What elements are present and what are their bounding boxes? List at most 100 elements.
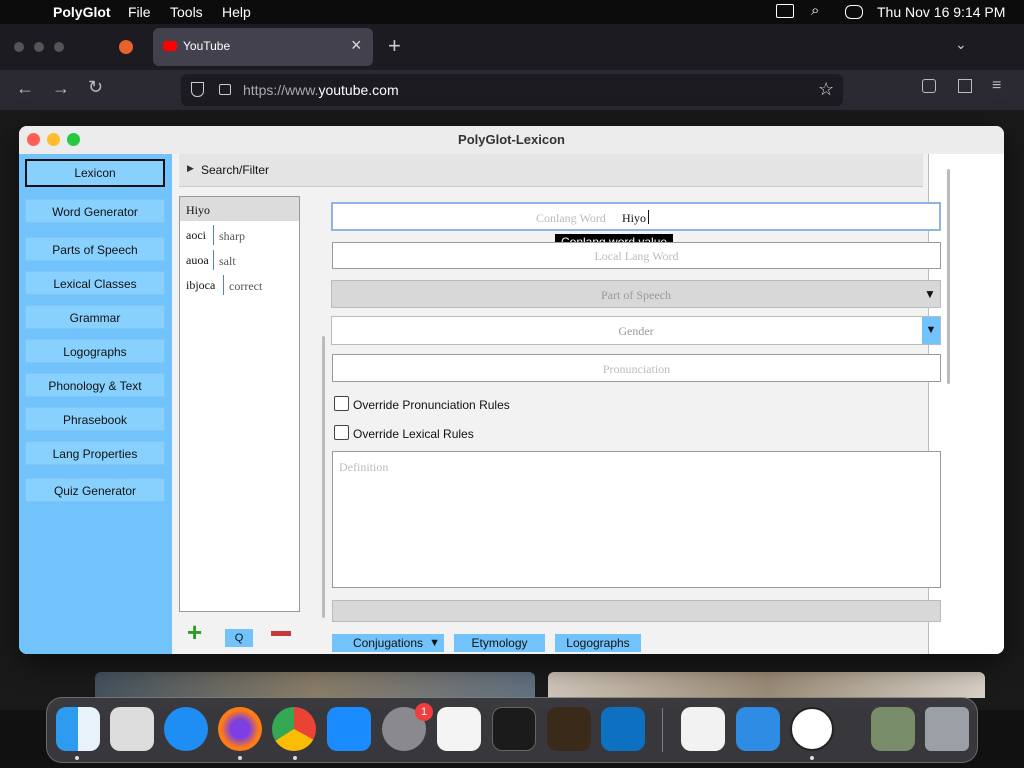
- quick-entry-button[interactable]: Q: [225, 629, 253, 647]
- close-window-icon[interactable]: [14, 42, 24, 52]
- conjugations-label: Conjugations: [352, 636, 424, 650]
- add-word-button[interactable]: +: [187, 619, 202, 645]
- menu-bar: PolyGlot File Tools Help ⌕ Thu Nov 16 9:…: [0, 0, 1024, 24]
- polyglot-icon[interactable]: [790, 707, 834, 751]
- remove-word-button[interactable]: [271, 631, 291, 636]
- list-item-local: salt: [219, 254, 236, 268]
- word-list[interactable]: Hiyo aoci sharp auoa salt ibjoca correct: [179, 196, 300, 612]
- pocket-icon[interactable]: [922, 79, 936, 93]
- text-cursor: [648, 210, 649, 224]
- sidebar: Lexicon Word Generator Parts of Speech L…: [19, 154, 172, 654]
- notification-badge: 1: [415, 703, 433, 721]
- vscode-icon[interactable]: [601, 707, 645, 751]
- search-filter-label[interactable]: Search/Filter: [201, 163, 269, 177]
- sidebar-item-parts-of-speech[interactable]: Parts of Speech: [25, 237, 165, 261]
- menu-clock[interactable]: Thu Nov 16 9:14 PM: [877, 4, 1005, 20]
- sidebar-item-phrasebook[interactable]: Phrasebook: [25, 407, 165, 431]
- url-prefix: https://www.: [243, 82, 319, 98]
- menu-hamburger-icon[interactable]: ≡: [992, 77, 1001, 95]
- menu-file[interactable]: File: [128, 4, 151, 20]
- window-titlebar: PolyGlot-Lexicon: [19, 126, 1004, 155]
- shield-icon[interactable]: [191, 82, 204, 97]
- new-tab-icon[interactable]: +: [388, 33, 401, 59]
- list-item-con: aoci: [186, 228, 206, 242]
- url-field[interactable]: https://www.youtube.com ☆: [181, 74, 843, 106]
- trash-icon[interactable]: [925, 707, 969, 751]
- sidebar-item-phonology-text[interactable]: Phonology & Text: [25, 373, 165, 397]
- conjugations-button[interactable]: Conjugations ▼: [332, 634, 444, 652]
- sidebar-item-word-generator[interactable]: Word Generator: [25, 199, 165, 223]
- tab-list-chevron-icon[interactable]: ⌄: [955, 36, 967, 53]
- definition-textarea[interactable]: Definition: [332, 451, 941, 588]
- sidebar-item-logographs[interactable]: Logographs: [25, 339, 165, 363]
- sidebar-item-grammar[interactable]: Grammar: [25, 305, 165, 329]
- visual-studio-icon[interactable]: [681, 707, 725, 751]
- list-item[interactable]: auoa salt: [180, 250, 299, 272]
- sidebar-item-lexicon[interactable]: Lexicon: [25, 159, 165, 187]
- gender-label: Gender: [618, 324, 654, 338]
- menu-help[interactable]: Help: [222, 4, 251, 20]
- pronunciation-input[interactable]: Pronunciation: [332, 354, 941, 382]
- split-divider[interactable]: [322, 336, 325, 618]
- column-divider: [213, 225, 214, 245]
- reload-icon[interactable]: ↻: [88, 77, 103, 98]
- finder-icon[interactable]: [56, 707, 100, 751]
- local-word-input[interactable]: Local Lang Word: [332, 242, 941, 269]
- sidebar-item-lang-properties[interactable]: Lang Properties: [25, 441, 165, 465]
- conlang-word-input[interactable]: Conlang Word Hiyo: [331, 202, 941, 231]
- back-icon[interactable]: ←: [16, 78, 34, 99]
- conlang-word-value: Hiyo: [622, 211, 646, 225]
- menu-app-name[interactable]: PolyGlot: [53, 4, 111, 20]
- lock-icon[interactable]: [219, 84, 231, 95]
- terminal-icon[interactable]: [492, 707, 536, 751]
- menu-tools[interactable]: Tools: [170, 4, 203, 20]
- override-lexical-checkbox[interactable]: [334, 425, 349, 440]
- tab-youtube[interactable]: YouTube ×: [153, 28, 373, 66]
- screen-mirroring-icon[interactable]: [776, 4, 794, 18]
- firefox-icon[interactable]: [218, 707, 262, 751]
- garageband-icon[interactable]: [547, 707, 591, 751]
- forward-icon[interactable]: →: [52, 78, 70, 99]
- dropdown-arrow-icon[interactable]: ▼: [922, 281, 938, 307]
- dock: 1: [46, 697, 978, 763]
- running-indicator: [75, 756, 79, 760]
- list-item[interactable]: ibjoca correct: [180, 275, 299, 297]
- browser-tab-bar: YouTube × + ⌄: [0, 24, 1024, 70]
- bookmark-star-icon[interactable]: ☆: [818, 79, 834, 100]
- sidebar-item-lexical-classes[interactable]: Lexical Classes: [25, 271, 165, 295]
- dock-separator: [662, 708, 663, 752]
- running-indicator: [238, 756, 242, 760]
- weather-icon[interactable]: [736, 707, 780, 751]
- textedit-icon[interactable]: [437, 707, 481, 751]
- gender-select[interactable]: Gender ▼: [331, 316, 941, 345]
- close-tab-icon[interactable]: ×: [351, 35, 362, 56]
- launchpad-icon[interactable]: [110, 707, 154, 751]
- extensions-icon[interactable]: [958, 79, 972, 93]
- dropdown-arrow-icon[interactable]: ▼: [922, 317, 940, 344]
- url-domain: youtube.com: [318, 82, 399, 98]
- part-of-speech-select[interactable]: Part of Speech ▼: [331, 280, 941, 308]
- override-pronunciation-checkbox[interactable]: [334, 396, 349, 411]
- list-item[interactable]: aoci sharp: [180, 225, 299, 247]
- etymology-button[interactable]: Etymology: [454, 634, 545, 652]
- preview-icon[interactable]: [871, 707, 915, 751]
- sidebar-item-quiz-generator[interactable]: Quiz Generator: [25, 478, 165, 502]
- minimize-window-icon[interactable]: [34, 42, 44, 52]
- zoom-window-icon[interactable]: [54, 42, 64, 52]
- video-thumbnail: [95, 672, 535, 698]
- app-store-icon[interactable]: [327, 707, 371, 751]
- split-divider[interactable]: [947, 169, 950, 384]
- list-item-local: sharp: [219, 229, 245, 243]
- status-field: [332, 600, 941, 622]
- expand-triangle-icon[interactable]: ▶: [187, 163, 194, 174]
- safari-icon[interactable]: [164, 707, 208, 751]
- spotlight-search-icon[interactable]: ⌕: [811, 2, 819, 19]
- logographs-button[interactable]: Logographs: [555, 634, 641, 652]
- firefox-tab-icon[interactable]: [119, 40, 133, 54]
- chrome-icon[interactable]: [272, 707, 316, 751]
- search-filter-bar[interactable]: ▶ Search/Filter: [179, 154, 923, 187]
- list-item-selected[interactable]: Hiyo: [180, 197, 299, 221]
- dropdown-arrow-icon[interactable]: ▼: [429, 634, 440, 652]
- definition-placeholder: Definition: [339, 460, 389, 474]
- control-center-icon[interactable]: [845, 5, 863, 19]
